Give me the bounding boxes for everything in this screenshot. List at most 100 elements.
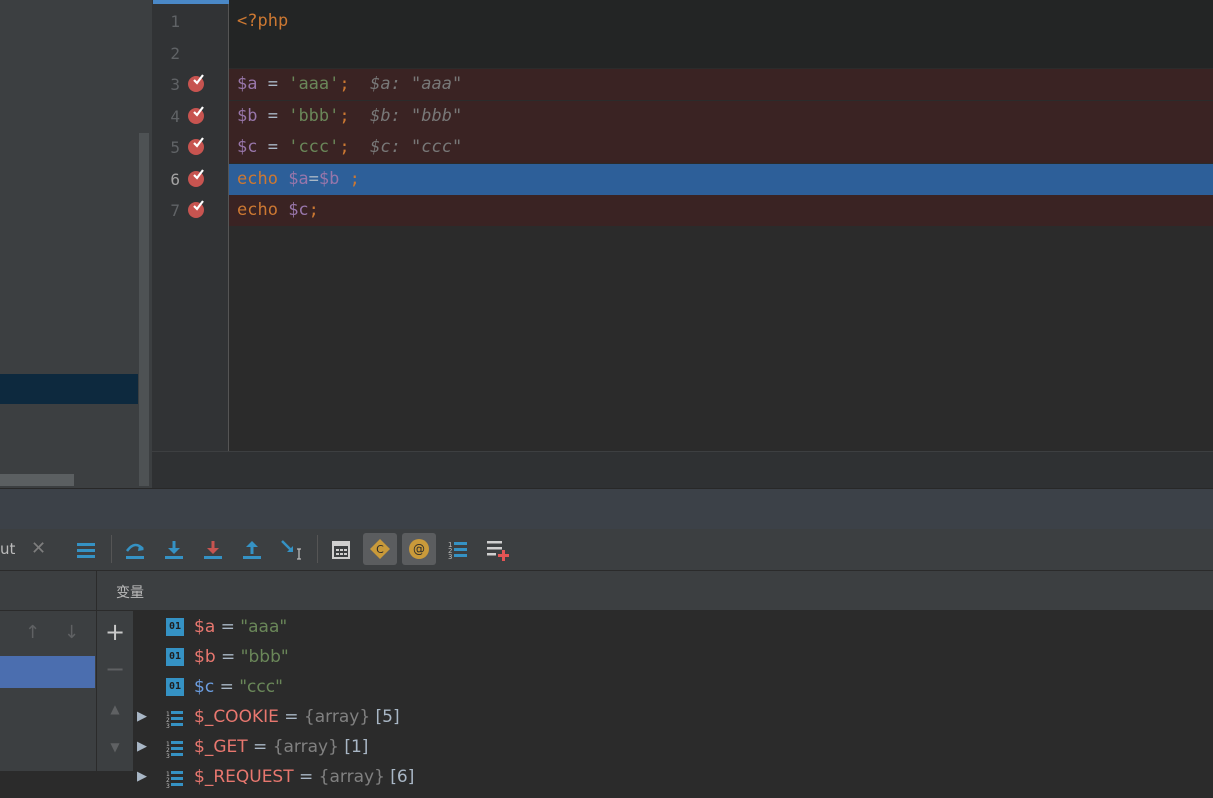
variable-type: {array}: [303, 707, 371, 727]
primitive-value-icon: 01: [166, 648, 184, 666]
code-token: $c: [288, 200, 309, 220]
variable-equals: =: [293, 767, 319, 787]
code-token: $c: [237, 137, 258, 157]
variable-name: $_GET: [194, 737, 248, 757]
code-token: =: [257, 105, 289, 126]
variable-size: [1]: [344, 737, 369, 757]
line-number: 3: [170, 75, 180, 94]
variable-type: {array}: [318, 767, 385, 787]
close-tab-icon[interactable]: ✕: [31, 538, 46, 559]
code-token: 'bbb': [288, 105, 340, 126]
line-number: 4: [170, 106, 180, 126]
code-token: $a: [288, 168, 309, 189]
class-constants-toggle-icon[interactable]: C: [363, 533, 397, 565]
code-line[interactable]: $a = 'aaa'; $a: "aaa": [229, 69, 1213, 100]
code-token: ;: [339, 74, 350, 94]
breakpoint-icon[interactable]: [187, 74, 205, 92]
primitive-value-icon: 01: [166, 678, 184, 696]
variables-header: [97, 571, 1213, 611]
svg-text:@: @: [413, 542, 425, 556]
line-number: 5: [170, 138, 180, 157]
code-token: =: [257, 137, 289, 157]
code-token: <?php: [237, 11, 289, 31]
breakpoint-icon[interactable]: [187, 105, 205, 124]
project-panel: [0, 0, 152, 488]
variable-equals: =: [278, 707, 304, 727]
variable-name: $_COOKIE: [194, 707, 279, 727]
toolbar-separator: [317, 535, 318, 563]
variable-equals: =: [214, 677, 240, 697]
code-token: =: [257, 74, 289, 94]
variable-value: "bbb": [240, 647, 289, 667]
breakpoint-icon[interactable]: [187, 168, 205, 187]
move-up-icon[interactable]: ▲: [105, 702, 125, 716]
variables-title: 变量: [116, 585, 144, 601]
step-out-icon[interactable]: [239, 537, 265, 563]
project-tree-selected-item[interactable]: [0, 374, 138, 404]
code-token: ;: [339, 168, 360, 189]
expand-arrow-icon[interactable]: ▶: [137, 702, 147, 732]
svg-text:C: C: [376, 543, 384, 556]
sort-values-icon[interactable]: 123: [445, 537, 471, 563]
code-line[interactable]: <?php: [229, 0, 1213, 68]
code-token: echo: [237, 200, 289, 220]
code-token: ;: [339, 137, 350, 157]
code-token: echo: [237, 168, 289, 189]
remove-icon[interactable]: −: [105, 655, 125, 683]
svg-text:3: 3: [166, 783, 170, 788]
run-to-cursor-icon[interactable]: [279, 537, 305, 563]
code-token: $a: [237, 74, 258, 94]
editor-bottom-strip: [152, 451, 1213, 489]
arrow-down-icon[interactable]: ↓: [64, 622, 79, 643]
inline-debug-value: $a: "aaa": [349, 74, 463, 94]
code-token: $b: [318, 168, 340, 189]
svg-text:3: 3: [166, 753, 170, 758]
line-number: 1: [170, 12, 180, 31]
breakpoint-icon[interactable]: [187, 137, 205, 155]
line-number: 6: [170, 169, 180, 189]
code-token: ;: [308, 200, 319, 220]
code-token: $b: [237, 105, 258, 126]
add-watch-icon[interactable]: [485, 537, 511, 563]
variable-equals: =: [247, 737, 273, 757]
variable-name: $_REQUEST: [194, 767, 294, 787]
inline-debug-value: $c: "ccc": [349, 137, 463, 157]
references-toggle-icon[interactable]: @: [402, 533, 436, 565]
variable-value: "aaa": [240, 617, 288, 637]
debug-session-tab-label[interactable]: ut: [0, 540, 15, 558]
svg-text:3: 3: [448, 553, 452, 561]
svg-text:3: 3: [166, 723, 170, 728]
variable-size: [5]: [375, 707, 400, 727]
evaluate-expression-icon[interactable]: [328, 537, 354, 563]
move-down-icon[interactable]: ▼: [105, 740, 125, 754]
code-line[interactable]: $c = 'ccc'; $c: "ccc": [229, 132, 1213, 163]
expand-arrow-icon[interactable]: ▶: [137, 732, 147, 762]
code-token: =: [308, 168, 319, 189]
variable-name: $a: [194, 617, 216, 637]
line-number: 7: [170, 201, 180, 220]
code-line[interactable]: $b = 'bbb'; $b: "bbb": [229, 100, 1213, 132]
frames-selected-item[interactable]: [0, 656, 95, 688]
show-execution-point-icon[interactable]: [73, 537, 99, 563]
code-token: ;: [339, 105, 350, 126]
debug-tool-window-header: [0, 488, 1213, 529]
inline-debug-value: $b: "bbb": [349, 105, 463, 126]
arrow-up-icon[interactable]: ↑: [25, 622, 40, 643]
array-icon: 123: [166, 738, 184, 760]
code-token: 'aaa': [288, 74, 340, 94]
variable-equals: =: [215, 617, 241, 637]
code-line[interactable]: echo $a=$b ;: [229, 163, 1213, 195]
add-icon[interactable]: +: [105, 618, 125, 646]
variable-type: {array}: [272, 737, 339, 757]
step-over-icon[interactable]: [122, 537, 148, 563]
project-scrollbar-thumb[interactable]: [139, 133, 149, 486]
frames-divider: [0, 610, 96, 611]
primitive-value-icon: 01: [166, 618, 184, 636]
force-step-into-icon[interactable]: [200, 537, 226, 563]
toolbar-separator: [111, 535, 112, 563]
expand-arrow-icon[interactable]: ▶: [137, 762, 147, 792]
step-into-icon[interactable]: [161, 537, 187, 563]
project-horizontal-scrollbar[interactable]: [0, 474, 74, 486]
breakpoint-icon[interactable]: [187, 200, 205, 218]
code-line[interactable]: echo $c;: [229, 195, 1213, 226]
